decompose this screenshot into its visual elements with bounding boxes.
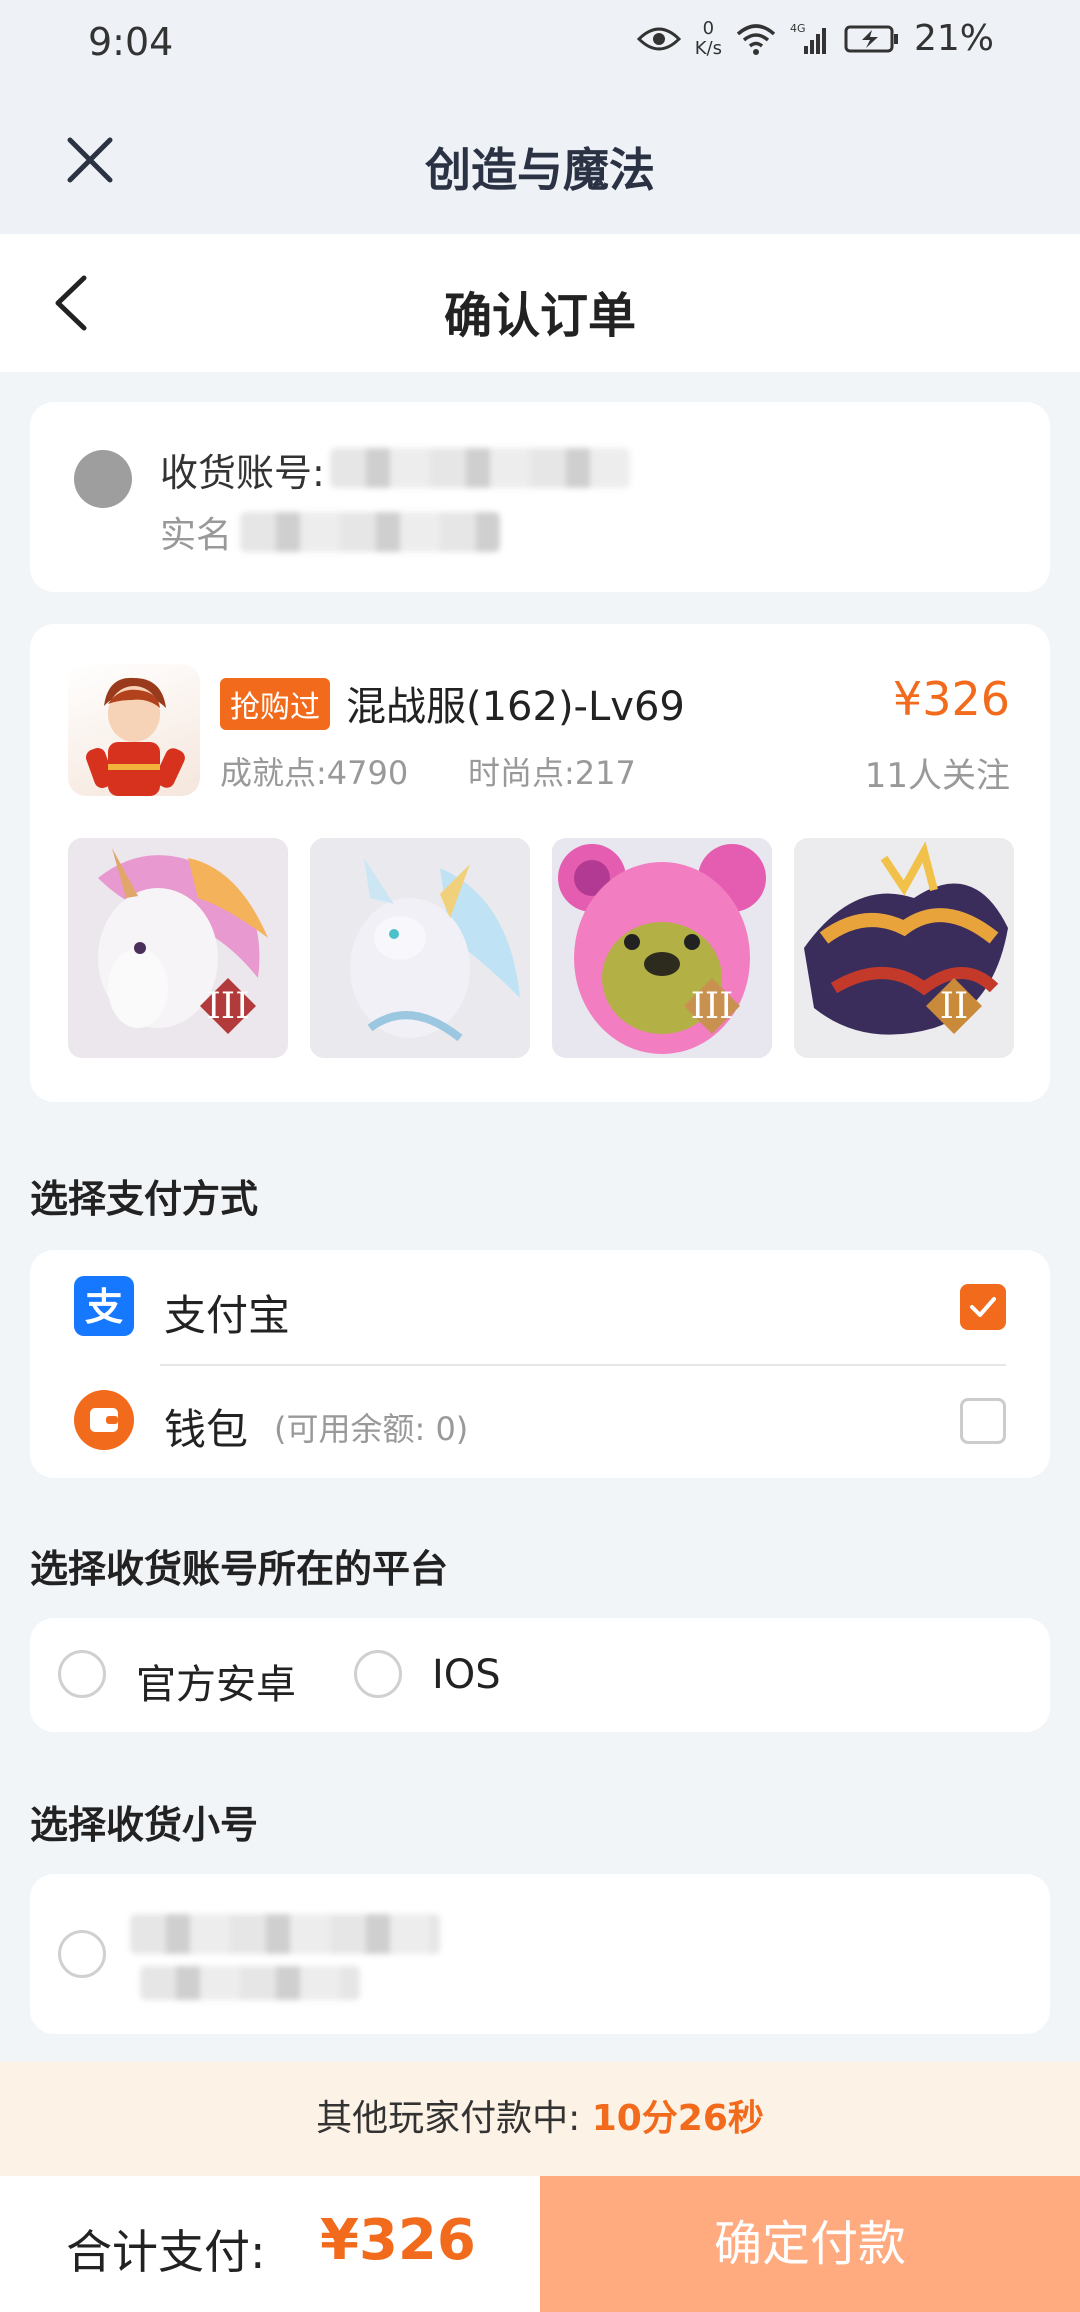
page-title: 确认订单 xyxy=(443,288,636,344)
product-thumbnails: III III II xyxy=(68,838,1014,1058)
svg-text:支: 支 xyxy=(85,1285,123,1329)
receiver-card[interactable]: 收货账号: 实名 xyxy=(30,402,1050,592)
signal-icon: 4G xyxy=(790,22,826,54)
payment-option-wallet[interactable]: 钱包 (可用余额: 0) xyxy=(30,1364,1050,1478)
confirm-payment-button[interactable]: 确定付款 xyxy=(540,2176,1080,2312)
payment-option-label: 钱包 xyxy=(164,1405,249,1454)
rarity-badge: III xyxy=(207,986,250,1027)
alt-account-card xyxy=(30,1874,1050,2034)
platform-option-android[interactable]: 官方安卓 xyxy=(136,1652,296,1710)
radio-ios[interactable] xyxy=(354,1650,402,1698)
payment-countdown: 其他玩家付款中: 10分26秒 xyxy=(0,2062,1080,2176)
alt-account-redacted-line1 xyxy=(130,1914,440,1954)
check-icon xyxy=(970,1297,996,1317)
svg-text:4G: 4G xyxy=(790,22,806,35)
alt-account-section-title: 选择收货小号 xyxy=(30,1803,259,1847)
app-bar: 创造与魔法 xyxy=(0,88,1080,234)
product-name: 混战服(162)-Lv69 xyxy=(346,684,685,730)
payment-option-alipay[interactable]: 支 支付宝 xyxy=(30,1250,1050,1364)
rarity-badge: III xyxy=(691,986,734,1027)
payment-option-label: 支付宝 xyxy=(164,1291,291,1340)
thumbnail-unicorn[interactable]: III xyxy=(68,838,288,1058)
status-bar: 9:04 0 K/s 4G 21% xyxy=(0,0,1080,88)
receiver-name-label: 实名 xyxy=(160,515,233,556)
bottom-bar: 合计支付: ¥326 确定付款 xyxy=(0,2176,1080,2312)
total-amount: ¥326 xyxy=(320,2208,476,2273)
status-icons: 0 K/s 4G 21% xyxy=(636,17,994,59)
alt-account-redacted-line2 xyxy=(140,1966,360,2000)
receiver-account-redacted xyxy=(330,448,630,488)
radio-alt-account[interactable] xyxy=(58,1930,106,1978)
thumbnail-bear[interactable]: III xyxy=(552,838,772,1058)
product-price: ¥326 xyxy=(892,672,1010,726)
wallet-checkbox[interactable] xyxy=(960,1398,1006,1444)
platform-card: 官方安卓 IOS xyxy=(30,1618,1050,1732)
purchased-tag: 抢购过 xyxy=(220,678,330,730)
status-time: 9:04 xyxy=(88,20,174,64)
product-fashion: 时尚点:217 xyxy=(468,754,636,792)
product-followers: 11人关注 xyxy=(864,756,1010,796)
svg-text:III: III xyxy=(691,986,734,1027)
svg-text:III: III xyxy=(207,986,250,1027)
battery-percent: 21% xyxy=(913,18,994,59)
svg-text:II: II xyxy=(940,986,968,1027)
wifi-icon xyxy=(736,23,776,55)
countdown-time: 10分26秒 xyxy=(591,2098,764,2139)
thumbnail-fox[interactable] xyxy=(310,838,530,1058)
alipay-checkbox[interactable] xyxy=(960,1284,1006,1330)
product-achievement: 成就点:4790 xyxy=(220,754,409,792)
alipay-icon: 支 xyxy=(74,1276,134,1336)
total-label: 合计支付: xyxy=(66,2225,266,2279)
rarity-badge: II xyxy=(940,986,968,1027)
wallet-balance: (可用余额: 0) xyxy=(274,1410,469,1448)
page-header: 确认订单 xyxy=(0,234,1080,372)
product-card[interactable]: 抢购过 混战服(162)-Lv69 ¥326 成就点:4790 时尚点:217 … xyxy=(30,624,1050,1102)
receiver-account-label: 收货账号: xyxy=(160,451,325,495)
eye-icon xyxy=(636,27,681,50)
wallet-icon xyxy=(74,1390,134,1450)
platform-section-title: 选择收货账号所在的平台 xyxy=(30,1547,449,1591)
receiver-avatar xyxy=(74,450,132,508)
platform-option-ios[interactable]: IOS xyxy=(432,1652,501,1698)
battery-icon xyxy=(844,25,898,52)
payment-card: 支 支付宝 钱包 (可用余额: 0) xyxy=(30,1250,1050,1478)
payment-section-title: 选择支付方式 xyxy=(30,1177,259,1221)
radio-android[interactable] xyxy=(58,1650,106,1698)
thumbnail-dragon[interactable]: II xyxy=(794,838,1014,1058)
receiver-name-redacted xyxy=(240,512,500,552)
net-speed: 0 K/s xyxy=(694,17,722,59)
app-title: 创造与魔法 xyxy=(425,143,655,197)
product-avatar xyxy=(68,664,200,796)
countdown-label: 其他玩家付款中: xyxy=(316,2098,581,2139)
